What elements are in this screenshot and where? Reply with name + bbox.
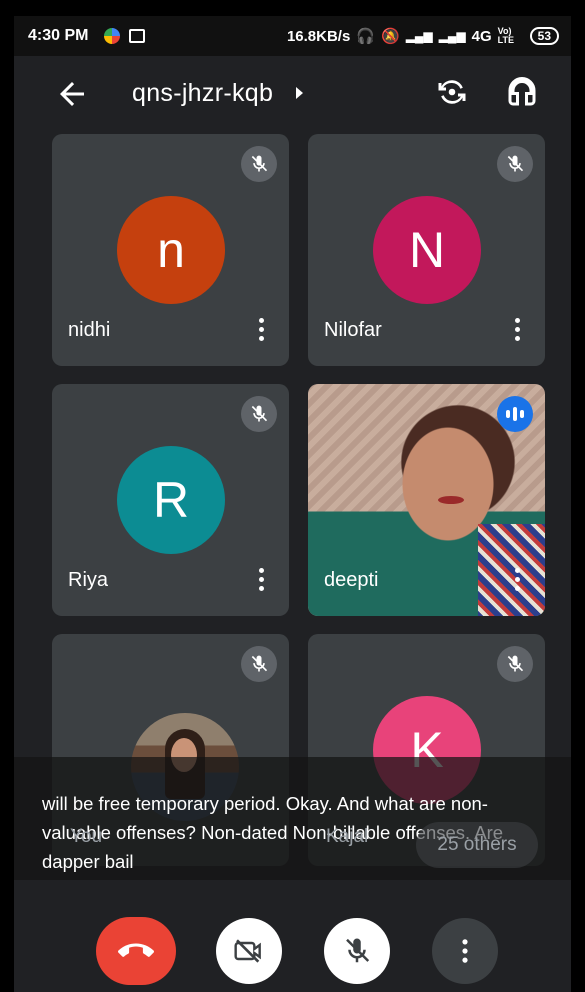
muted-mic-icon <box>497 146 533 182</box>
participant-name-kajal: Kajal <box>326 826 369 847</box>
participant-tile-nilofar[interactable]: N Nilofar <box>308 134 545 366</box>
mic-toggle-button[interactable] <box>324 918 390 984</box>
more-vert-icon[interactable] <box>257 568 265 594</box>
more-vert-icon[interactable] <box>513 318 521 344</box>
more-vert-icon <box>462 939 468 963</box>
camera-status-icon <box>129 29 145 43</box>
avatar: R <box>117 446 225 554</box>
more-options-button[interactable] <box>432 918 498 984</box>
headphones-status-icon: 🎧 <box>356 28 375 45</box>
signal-icon: ▂▄▆ <box>405 29 433 43</box>
muted-mic-icon <box>241 396 277 432</box>
participant-tile-deepti[interactable]: deepti <box>308 384 545 616</box>
meeting-code[interactable]: qns-jhzr-kqb <box>132 79 273 108</box>
battery-icon: 53 <box>529 27 559 45</box>
others-count-badge[interactable]: 25 others <box>416 822 538 868</box>
switch-camera-icon[interactable] <box>434 74 470 110</box>
speaking-indicator-icon <box>497 396 533 432</box>
net-speed: 16.8KB/s <box>286 27 351 45</box>
participant-tile-nidhi[interactable]: n nidhi <box>52 134 289 366</box>
muted-mic-icon <box>241 646 277 682</box>
muted-mic-icon <box>241 146 277 182</box>
participant-name: deepti <box>324 569 379 591</box>
mic-off-icon <box>346 938 370 963</box>
audio-output-icon[interactable] <box>504 74 540 110</box>
muted-mic-icon <box>497 646 533 682</box>
more-vert-icon[interactable] <box>513 568 521 594</box>
silent-bell-icon: 🔕 <box>381 28 400 45</box>
participant-name-you: You <box>70 826 103 847</box>
meeting-header: qns-jhzr-kqb <box>14 56 571 128</box>
end-call-button[interactable] <box>96 917 176 985</box>
signal-icon-2: ▂▄▆ <box>438 29 466 43</box>
participant-tile-riya[interactable]: R Riya <box>52 384 289 616</box>
call-controls <box>14 896 571 992</box>
participant-name: nidhi <box>68 319 111 341</box>
status-time: 4:30 PM <box>28 27 89 44</box>
volte-badge: Vo) LTE <box>497 26 514 45</box>
phone-hangup-icon <box>118 943 154 957</box>
video-detail <box>438 496 464 504</box>
back-arrow-icon[interactable] <box>54 76 90 112</box>
camera-off-icon <box>234 939 261 963</box>
app-notification-icon <box>104 28 120 44</box>
network-type: 4G <box>471 27 492 45</box>
chevron-right-icon[interactable] <box>296 87 303 99</box>
avatar: N <box>373 196 481 304</box>
status-right: 16.8KB/s 🎧 🔕 ▂▄▆ ▂▄▆ 4G Vo) LTE 53 <box>287 27 559 45</box>
meet-screen: 4:30 PM 16.8KB/s 🎧 🔕 ▂▄▆ ▂▄▆ 4G Vo) LTE … <box>14 16 571 992</box>
video-detail <box>478 524 545 616</box>
more-vert-icon[interactable] <box>257 318 265 344</box>
participant-name: Nilofar <box>324 319 382 341</box>
participant-name: Riya <box>68 569 109 591</box>
camera-toggle-button[interactable] <box>216 918 282 984</box>
status-bar: 4:30 PM 16.8KB/s 🎧 🔕 ▂▄▆ ▂▄▆ 4G Vo) LTE … <box>14 16 571 56</box>
avatar: n <box>117 196 225 304</box>
